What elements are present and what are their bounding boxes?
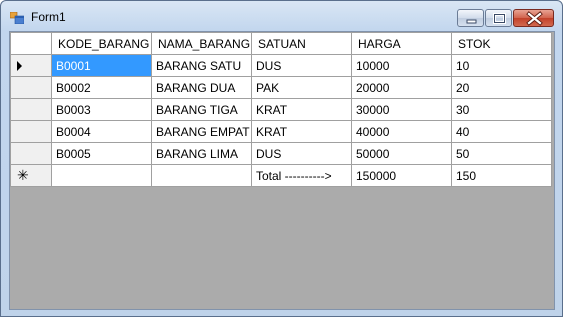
row-pointer-icon (17, 61, 22, 71)
grid-cell-nama[interactable]: BARANG SATU (151, 54, 252, 77)
grid-cell-nama[interactable]: BARANG LIMA (151, 142, 252, 165)
close-icon (526, 11, 543, 26)
column-header-nama-barang[interactable]: NAMA_BARANG (151, 32, 252, 55)
grid-cell-total-harga[interactable]: 150000 (351, 164, 452, 187)
new-row[interactable]: ✳ Total ----------> 150000 150 (10, 164, 552, 187)
row-header[interactable] (10, 142, 52, 165)
grid-cell-harga[interactable]: 30000 (351, 98, 452, 121)
grid-cell-stok[interactable]: 50 (451, 142, 552, 165)
grid-cell-satuan[interactable]: KRAT (251, 120, 352, 143)
grid-cell-kode[interactable]: B0004 (51, 120, 152, 143)
table-row[interactable]: B0002 BARANG DUA PAK 20000 20 (10, 76, 552, 99)
table-row[interactable]: B0004 BARANG EMPAT KRAT 40000 40 (10, 120, 552, 143)
row-header[interactable] (10, 76, 52, 99)
form-client-area: KODE_BARANG NAMA_BARANG SATUAN HARGA STO… (9, 31, 555, 310)
minimize-button[interactable] (457, 9, 484, 27)
grid-cell-kode[interactable] (51, 164, 152, 187)
grid-header-row: KODE_BARANG NAMA_BARANG SATUAN HARGA STO… (10, 32, 552, 55)
table-row[interactable]: B0005 BARANG LIMA DUS 50000 50 (10, 142, 552, 165)
grid-cell-harga[interactable]: 20000 (351, 76, 452, 99)
window-title: Form1 (31, 10, 66, 24)
table-row[interactable]: B0001 BARANG SATU DUS 10000 10 (10, 54, 552, 77)
grid-cell-nama[interactable]: BARANG DUA (151, 76, 252, 99)
grid-cell-stok[interactable]: 30 (451, 98, 552, 121)
grid-cell-stok[interactable]: 40 (451, 120, 552, 143)
grid-cell-satuan[interactable]: DUS (251, 142, 352, 165)
grid-cell-kode[interactable]: B0002 (51, 76, 152, 99)
grid-cell-harga[interactable]: 10000 (351, 54, 452, 77)
column-header-harga[interactable]: HARGA (351, 32, 452, 55)
form1-window: Form1 KODE_BARANG NAMA_BARANG SATUAN HAR… (0, 0, 563, 317)
grid-cell-satuan[interactable]: PAK (251, 76, 352, 99)
minimize-icon (466, 19, 477, 24)
row-header[interactable] (10, 98, 52, 121)
close-button[interactable] (513, 9, 554, 27)
maximize-button[interactable] (485, 9, 512, 27)
maximize-icon (493, 13, 506, 24)
grid-cell-total-stok[interactable]: 150 (451, 164, 552, 187)
new-row-asterisk-icon: ✳ (17, 167, 29, 183)
grid-cell-nama[interactable]: BARANG EMPAT (151, 120, 252, 143)
app-icon (9, 11, 25, 25)
column-header-stok[interactable]: STOK (451, 32, 552, 55)
grid-cell-satuan[interactable]: KRAT (251, 98, 352, 121)
column-header-satuan[interactable]: SATUAN (251, 32, 352, 55)
grid-cell-kode[interactable]: B0003 (51, 98, 152, 121)
grid-cell-nama[interactable]: BARANG TIGA (151, 98, 252, 121)
grid-cell-satuan[interactable]: DUS (251, 54, 352, 77)
top-left-header-cell[interactable] (10, 32, 52, 55)
column-header-kode-barang[interactable]: KODE_BARANG (51, 32, 152, 55)
data-grid-view[interactable]: KODE_BARANG NAMA_BARANG SATUAN HARGA STO… (10, 32, 552, 187)
grid-cell-total-label[interactable]: Total ----------> (251, 164, 352, 187)
grid-cell-nama[interactable] (151, 164, 252, 187)
row-header[interactable]: ✳ (10, 164, 52, 187)
table-row[interactable]: B0003 BARANG TIGA KRAT 30000 30 (10, 98, 552, 121)
grid-cell-kode[interactable]: B0001 (51, 54, 152, 77)
grid-cell-stok[interactable]: 20 (451, 76, 552, 99)
title-bar[interactable]: Form1 (1, 1, 562, 31)
grid-cell-harga[interactable]: 50000 (351, 142, 452, 165)
grid-cell-stok[interactable]: 10 (451, 54, 552, 77)
grid-cell-kode[interactable]: B0005 (51, 142, 152, 165)
row-header[interactable] (10, 120, 52, 143)
grid-cell-harga[interactable]: 40000 (351, 120, 452, 143)
row-header[interactable] (10, 54, 52, 77)
